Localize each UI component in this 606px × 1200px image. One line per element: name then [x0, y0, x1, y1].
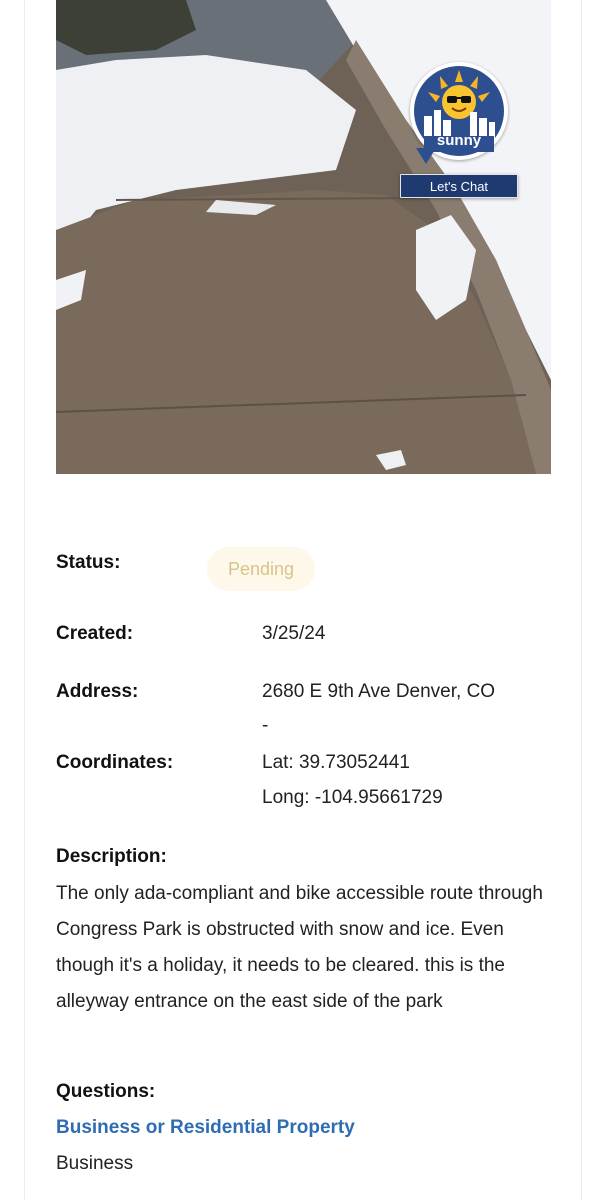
address-label: Address: — [56, 681, 139, 702]
status-label: Status: — [56, 552, 121, 573]
latitude-value: Lat: 39.73052441 — [262, 752, 410, 773]
address-line1: 2680 E 9th Ave Denver, CO — [262, 681, 496, 702]
address-line2: - — [262, 715, 269, 736]
question-link[interactable]: Business or Residential Property — [56, 1117, 355, 1139]
sunny-brand-text: sunny — [436, 132, 482, 149]
lets-chat-button[interactable]: Let's Chat — [400, 174, 518, 198]
longitude-value: Long: -104.95661729 — [262, 787, 443, 808]
status-badge: Pending — [207, 547, 315, 591]
description-text: The only ada-compliant and bike accessib… — [56, 883, 543, 1012]
created-label: Created: — [56, 623, 134, 644]
sunny-logo[interactable]: sunny — [410, 62, 508, 160]
speech-tail-icon — [416, 148, 436, 164]
created-value: 3/25/24 — [262, 623, 326, 644]
coordinates-label: Coordinates: — [56, 752, 174, 773]
questions-label: Questions: — [56, 1081, 156, 1102]
description-label: Description: — [56, 846, 167, 867]
sunny-chat-widget[interactable]: sunny Let's Chat — [400, 62, 518, 202]
question-answer: Business — [56, 1153, 134, 1174]
